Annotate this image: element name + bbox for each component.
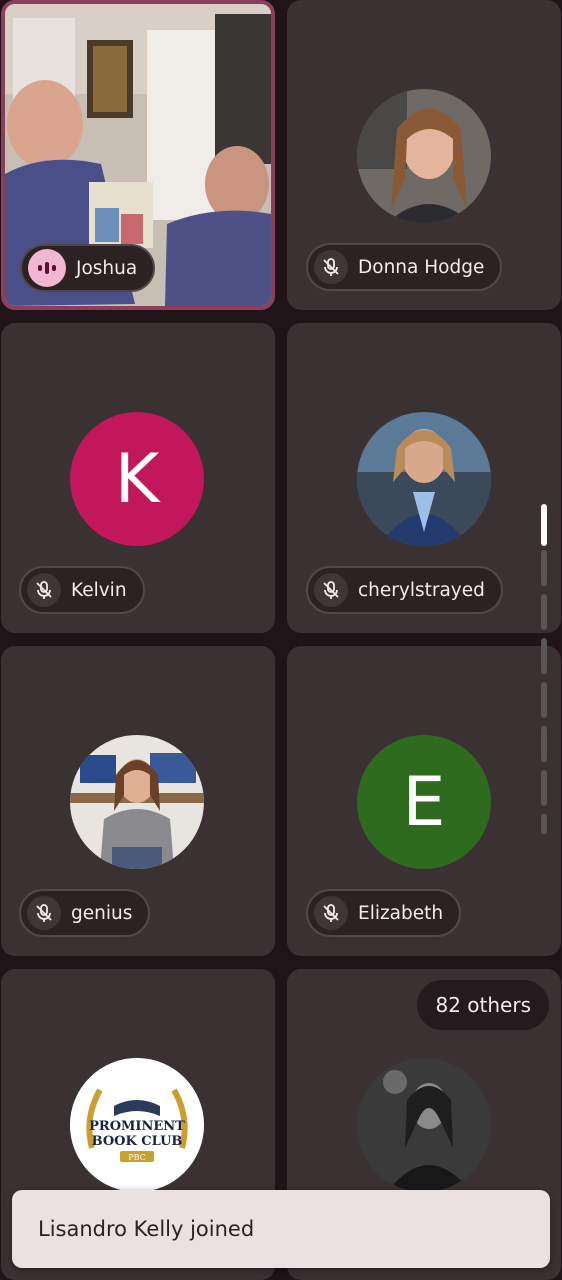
participant-tile-joshua[interactable]: Joshua (1, 0, 275, 310)
mic-off-icon (27, 896, 61, 930)
participant-name: genius (71, 902, 133, 924)
scrollbar-track-segment (541, 726, 547, 762)
avatar-photo (357, 89, 491, 223)
join-notification-toast: Lisandro Kelly joined (12, 1190, 550, 1268)
club-logo-line1: PROMINENT (89, 1119, 185, 1134)
scrollbar-track-segment (541, 770, 547, 806)
name-pill-elizabeth: Elizabeth (306, 889, 462, 937)
name-pill-kelvin: Kelvin (19, 566, 145, 614)
scrollbar-track-segment (541, 638, 547, 674)
avatar-initial: E (402, 762, 446, 842)
scrollbar-track-segment (541, 594, 547, 630)
scrollbar[interactable] (539, 504, 549, 834)
club-logo-line3: PBC (128, 1153, 146, 1162)
participant-name: Joshua (76, 257, 138, 279)
participant-tile-genius[interactable]: genius (1, 646, 275, 956)
avatar-photo (70, 735, 204, 869)
audio-level-icon (28, 249, 66, 287)
participant-tile-donna-hodge[interactable]: Donna Hodge (287, 0, 561, 310)
avatar-photo (357, 1058, 491, 1192)
others-count-badge[interactable]: 82 others (417, 980, 549, 1030)
club-logo: PROMINENT BOOK CLUB PBC (70, 1058, 204, 1192)
participant-tile-kelvin[interactable]: K Kelvin (1, 323, 275, 633)
letter-avatar: K (70, 412, 204, 546)
scrollbar-thumb[interactable] (541, 504, 547, 546)
scrollbar-track-segment (541, 550, 547, 586)
mic-off-icon (27, 573, 61, 607)
participant-name: Elizabeth (358, 902, 444, 924)
participant-name: Kelvin (71, 579, 127, 601)
name-pill-genius: genius (19, 889, 151, 937)
letter-avatar: E (357, 735, 491, 869)
name-pill-joshua: Joshua (20, 244, 156, 292)
toast-text: Lisandro Kelly joined (38, 1217, 255, 1241)
participant-tile-cherylstrayed[interactable]: cherylstrayed (287, 323, 561, 633)
scrollbar-track-segment (541, 682, 547, 718)
scrollbar-track-segment (541, 814, 547, 834)
avatar-initial: K (114, 439, 160, 519)
name-pill-donna-hodge: Donna Hodge (306, 243, 503, 291)
mic-off-icon (314, 250, 348, 284)
participant-tile-elizabeth[interactable]: E Elizabeth (287, 646, 561, 956)
mic-off-icon (314, 896, 348, 930)
name-pill-cherylstrayed: cherylstrayed (306, 566, 503, 614)
participant-name: cherylstrayed (358, 579, 485, 601)
mic-off-icon (314, 573, 348, 607)
avatar-photo (357, 412, 491, 546)
participant-name: Donna Hodge (358, 256, 485, 278)
club-logo-line2: BOOK CLUB (92, 1134, 183, 1149)
